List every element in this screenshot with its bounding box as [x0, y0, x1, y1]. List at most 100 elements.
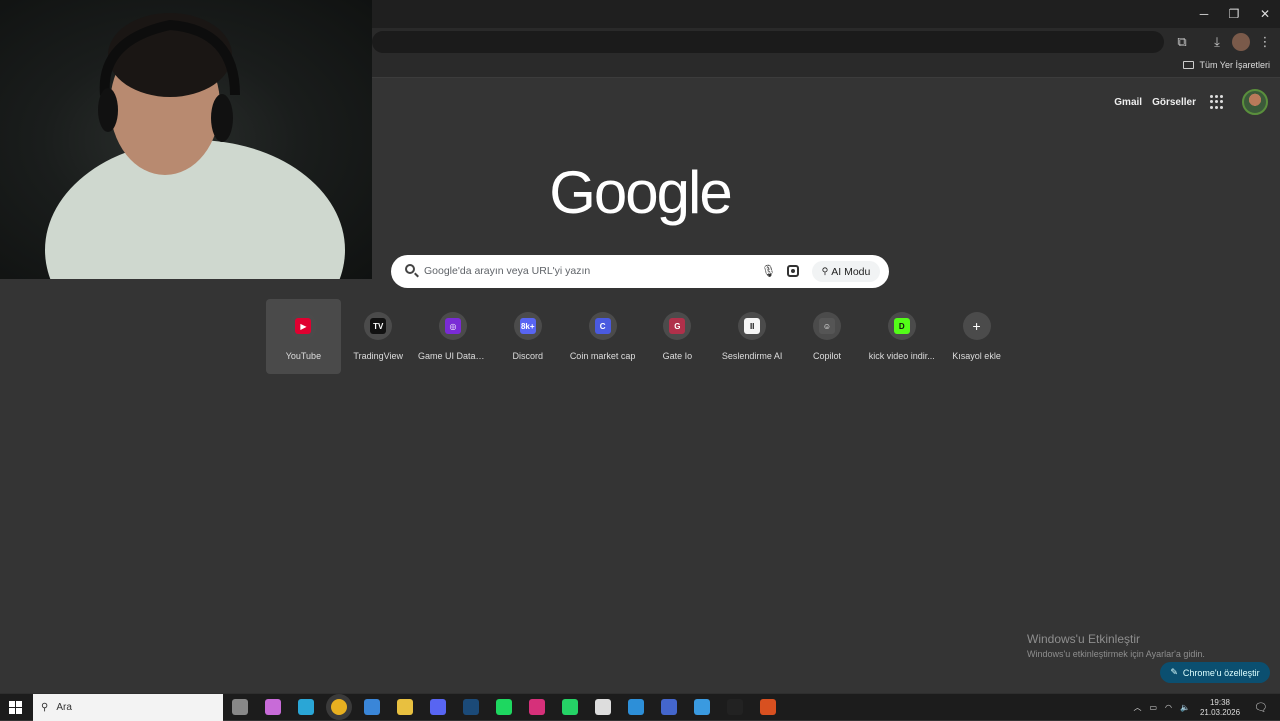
watermark-subtitle: Windows'u etkinleştirmek için Ayarlar'a … [1027, 649, 1205, 659]
windows-start-icon[interactable] [9, 701, 22, 714]
shortcut-icon-circle: ☺ [812, 312, 841, 340]
ai-mode-label: AI Modu [831, 265, 871, 278]
network-icon[interactable]: ▭ [1149, 703, 1157, 712]
ai-search-icon: ⚲ [821, 266, 829, 276]
paint-icon[interactable] [694, 699, 710, 715]
coinmarketcap-icon: C [594, 318, 611, 334]
shortcut-icon-circle: ◎ [438, 312, 467, 340]
shortcut-tile[interactable]: + Kısayol ekle [939, 299, 1014, 374]
gateio-icon: G [669, 318, 686, 334]
seslendirme-icon: II [744, 318, 761, 334]
vscode-icon[interactable] [628, 699, 644, 715]
shortcut-label: Discord [512, 351, 544, 361]
shortcut-tile[interactable]: Dkick video indir... [864, 299, 939, 374]
shortcut-label: Seslendirme AI [721, 351, 783, 361]
restore-icon[interactable]: ❐ [1219, 4, 1249, 24]
arc-icon[interactable] [661, 699, 677, 715]
shortcut-icon-circle: G [663, 312, 692, 340]
wifi-icon[interactable]: ◠ [1165, 703, 1172, 712]
google-header: Gmail Görseller [1114, 89, 1268, 115]
shortcut-icon-circle: TV [364, 312, 393, 340]
copilot-app-icon[interactable] [265, 699, 281, 715]
taskbar-search[interactable]: ⚲ Ara [33, 694, 223, 721]
shortcut-tile[interactable]: TV TradingView [341, 299, 416, 374]
customize-label: Chrome'u özelleştir [1182, 667, 1260, 678]
shortcut-icon-circle: D [887, 312, 916, 340]
tradingview-icon: TV [370, 318, 387, 334]
shortcuts-row: ▶ YouTube TV TradingView ◎ Game UI Datab... 8k… [266, 299, 1014, 374]
spotify-icon[interactable] [496, 699, 512, 715]
shortcut-tile[interactable]: G Gate Io [640, 299, 715, 374]
shortcut-label: Gate Io [662, 351, 693, 361]
all-bookmarks-label: Tüm Yer İşaretleri [1199, 60, 1270, 70]
shortcut-label: Game UI Datab... [417, 351, 488, 361]
shortcut-icon-circle: 8k+ [513, 312, 542, 340]
extensions-icon[interactable]: ⧉ [1173, 33, 1191, 51]
download-icon[interactable]: ⤓ [1208, 33, 1226, 51]
images-link[interactable]: Görseller [1152, 97, 1196, 108]
folder-icon [1183, 61, 1195, 69]
notepad-icon[interactable] [595, 699, 611, 715]
shortcut-tile[interactable]: ☺ Copilot [790, 299, 865, 374]
person-figure [45, 13, 345, 279]
clock[interactable]: 19:38 21.03.2026 [1200, 698, 1240, 718]
kick-icon: D [893, 318, 910, 334]
shortcut-icon-circle: C [588, 312, 617, 340]
address-bar[interactable] [372, 31, 1164, 53]
menu-dots-icon[interactable]: ⋮ [1256, 33, 1274, 51]
shortcut-label: Copilot [812, 351, 841, 361]
taskbar-search-icon: ⚲ [41, 702, 49, 713]
watermark-title: Windows'u Etkinleştir [1027, 632, 1140, 646]
minimize-icon[interactable]: ─ [1189, 4, 1219, 24]
close-icon[interactable]: ✕ [1250, 4, 1280, 24]
gmail-link[interactable]: Gmail [1114, 97, 1142, 108]
shortcut-label: TradingView [353, 351, 403, 361]
microphone-icon[interactable]: 🎙 [761, 264, 776, 278]
file-explorer-icon[interactable] [397, 699, 413, 715]
search-icon [405, 264, 415, 274]
edge-icon[interactable] [298, 699, 314, 715]
shortcut-label: Kısayol ekle [952, 351, 1001, 361]
all-bookmarks-button[interactable]: Tüm Yer İşaretleri [1183, 60, 1270, 70]
youtube-icon: ▶ [295, 318, 312, 334]
pencil-icon: ✎ [1170, 667, 1178, 677]
game-icon[interactable] [760, 699, 776, 715]
google-lens-icon[interactable] [787, 265, 799, 277]
shortcut-icon-circle: II [738, 312, 767, 340]
customize-chrome-button[interactable]: ✎ Chrome'u özelleştir [1160, 662, 1270, 683]
steam-icon[interactable] [463, 699, 479, 715]
shortcut-label: Coin market cap [569, 351, 636, 361]
account-avatar[interactable] [1242, 89, 1268, 115]
clock-date: 21.03.2026 [1199, 707, 1241, 717]
shortcut-label: YouTube [285, 351, 322, 361]
search-placeholder[interactable]: Google'da arayın veya URL'yi yazın [424, 265, 590, 277]
search-box[interactable]: Google'da arayın veya URL'yi yazın 🎙 ⚲ A… [391, 255, 889, 288]
volume-icon[interactable]: 🔈 [1180, 703, 1190, 712]
shortcut-tile[interactable]: ▶ YouTube [266, 299, 341, 374]
task-view-icon[interactable] [232, 699, 248, 715]
shortcut-tile[interactable]: ◎ Game UI Datab... [416, 299, 491, 374]
shortcut-tile[interactable]: 8k+ Discord [490, 299, 565, 374]
apps-grid-icon[interactable] [1210, 95, 1224, 109]
windows-taskbar: ⚲ Ara ︿ ▭ ◠ 🔈 19:38 21.03.2026 🗨 [0, 693, 1280, 721]
gameui-icon: ◎ [444, 318, 461, 334]
profile-small-icon[interactable] [1232, 33, 1250, 51]
webcam-overlay [0, 0, 372, 279]
instagram-icon[interactable] [529, 699, 545, 715]
mail-icon[interactable] [364, 699, 380, 715]
tray-overflow-icon[interactable]: ︿ [1133, 702, 1141, 713]
discord-app-icon[interactable] [430, 699, 446, 715]
shortcut-label: kick video indir... [868, 351, 935, 361]
clock-time: 19:38 [1209, 697, 1231, 707]
copilot-icon: ☺ [818, 318, 835, 334]
chrome-icon[interactable] [331, 699, 347, 715]
notifications-icon[interactable]: 🗨 [1254, 701, 1268, 714]
shortcut-icon-circle: + [962, 312, 991, 340]
shortcut-tile[interactable]: II Seslendirme AI [715, 299, 790, 374]
system-tray: ︿ ▭ ◠ 🔈 19:38 21.03.2026 🗨 [1129, 694, 1280, 721]
ai-mode-button[interactable]: ⚲ AI Modu [812, 261, 880, 282]
obs-icon[interactable] [727, 699, 743, 715]
whatsapp-icon[interactable] [562, 699, 578, 715]
add-shortcut-icon: + [972, 318, 981, 334]
shortcut-tile[interactable]: C Coin market cap [565, 299, 640, 374]
